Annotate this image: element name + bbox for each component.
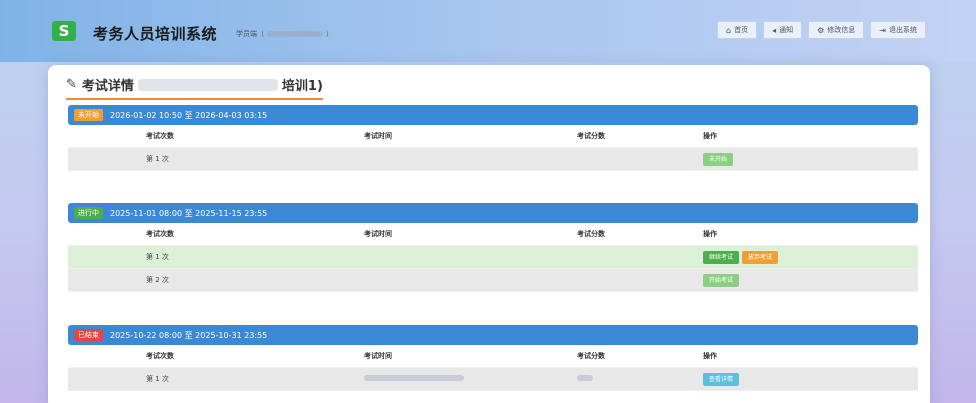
edit-info-label: 修改信息 (827, 26, 856, 34)
table-row: 第 1 次 未开始 (68, 148, 918, 171)
logout-icon: ⇥ (879, 25, 886, 35)
exam-period: 2026-01-02 10:50 至 2026-04-03 03:15 (110, 110, 268, 120)
col-time: 考试时间 (364, 230, 392, 238)
top-nav: ⌂ 首页 ◂ 通知 ⚙ 修改信息 ⇥ 退出系统 (717, 21, 926, 39)
col-action: 操作 (703, 230, 717, 238)
exam-section-in-progress: 进行中 2025-11-01 08:00 至 2025-11-15 23:55 … (68, 203, 918, 292)
table-header-row: 考试次数 考试时间 考试分数 操作 (68, 223, 918, 246)
edit-info-button[interactable]: ⚙ 修改信息 (808, 21, 865, 39)
notice-button[interactable]: ◂ 通知 (763, 21, 803, 39)
redacted-exam-score (577, 375, 593, 381)
section-header: 未开始 2026-01-02 10:50 至 2026-04-03 03:15 (68, 105, 918, 125)
time-cell (268, 375, 488, 383)
section-header: 进行中 2025-11-01 08:00 至 2025-11-15 23:55 (68, 203, 918, 223)
redacted-exam-time (364, 375, 464, 381)
home-icon: ⌂ (726, 25, 732, 35)
action-cell: 开始考试 (688, 273, 918, 287)
attempt-cell: 第 1 次 (146, 253, 169, 261)
exam-section-ended: 已结束 2025-10-22 08:00 至 2025-10-31 23:55 … (68, 325, 918, 391)
app-logo: S (52, 21, 76, 41)
table-row: 第 2 次 开始考试 (68, 269, 918, 292)
table-header-row: 考试次数 考试时间 考试分数 操作 (68, 345, 918, 368)
user-role-label: 学员端（ ） (236, 29, 333, 39)
attempt-cell: 第 1 次 (146, 375, 169, 383)
col-action: 操作 (703, 132, 717, 140)
start-exam-button[interactable]: 开始考试 (703, 273, 740, 287)
notice-label: 通知 (779, 26, 794, 34)
col-action: 操作 (703, 352, 717, 360)
table-row: 第 1 次 继续考试 放弃考试 (68, 246, 918, 269)
exam-period: 2025-11-01 08:00 至 2025-11-15 23:55 (110, 208, 268, 218)
col-attempt: 考试次数 (146, 132, 174, 140)
table-row: 第 1 次 查看详情 (68, 368, 918, 391)
exam-table: 考试次数 考试时间 考试分数 操作 第 1 次 查看详情 (68, 345, 918, 391)
exam-detail-panel: ✎ 考试详情 培训1) 未开始 2026-01-02 10:50 至 2026-… (48, 65, 930, 403)
user-role-prefix: 学员端（ (236, 30, 264, 38)
view-details-button[interactable]: 查看详情 (703, 372, 740, 386)
logout-label: 退出系统 (889, 26, 917, 34)
exam-period: 2025-10-22 08:00 至 2025-10-31 23:55 (110, 330, 268, 340)
logout-button[interactable]: ⇥ 退出系统 (870, 21, 926, 39)
page-title: 考试详情 培训1) (82, 75, 323, 94)
redacted-username (267, 31, 323, 37)
score-cell (488, 375, 688, 383)
attempt-cell: 第 1 次 (146, 155, 169, 163)
app-title: 考务人员培训系统 (93, 25, 218, 43)
exam-section-not-started: 未开始 2026-01-02 10:50 至 2026-04-03 03:15 … (68, 105, 918, 171)
col-score: 考试分数 (577, 352, 605, 360)
megaphone-icon: ◂ (772, 25, 777, 35)
home-label: 首页 (734, 26, 749, 34)
top-header: S 考务人员培训系统 学员端（ ） ⌂ 首页 ◂ 通知 ⚙ 修改信息 ⇥ 退出系… (0, 0, 976, 62)
redacted-title (137, 78, 278, 91)
col-score: 考试分数 (577, 230, 605, 238)
action-cell: 未开始 (688, 152, 918, 166)
panel-heading: ✎ 考试详情 培训1) (66, 75, 323, 100)
page-title-suffix: 培训1) (281, 79, 323, 94)
col-score: 考试分数 (577, 132, 605, 140)
status-badge: 进行中 (74, 207, 103, 219)
section-header: 已结束 2025-10-22 08:00 至 2025-10-31 23:55 (68, 325, 918, 345)
edit-icon: ✎ (66, 77, 77, 92)
continue-exam-button[interactable]: 继续考试 (703, 250, 740, 264)
action-cell: 查看详情 (688, 372, 918, 386)
action-cell: 继续考试 放弃考试 (688, 250, 918, 264)
not-started-button[interactable]: 未开始 (703, 152, 734, 166)
home-button[interactable]: ⌂ 首页 (717, 21, 758, 39)
exam-table: 考试次数 考试时间 考试分数 操作 第 1 次 继续考试 放弃考试 第 2 次 (68, 223, 918, 292)
gear-icon: ⚙ (817, 25, 825, 35)
table-header-row: 考试次数 考试时间 考试分数 操作 (68, 125, 918, 148)
col-time: 考试时间 (364, 352, 392, 360)
exam-table: 考试次数 考试时间 考试分数 操作 第 1 次 未开始 (68, 125, 918, 171)
status-badge: 未开始 (74, 109, 103, 121)
abandon-exam-button[interactable]: 放弃考试 (742, 250, 779, 264)
col-time: 考试时间 (364, 132, 392, 140)
col-attempt: 考试次数 (146, 352, 174, 360)
status-badge: 已结束 (74, 329, 103, 341)
attempt-cell: 第 2 次 (146, 276, 169, 284)
page-title-prefix: 考试详情 (81, 79, 134, 94)
user-role-suffix: ） (326, 30, 333, 38)
col-attempt: 考试次数 (146, 230, 174, 238)
